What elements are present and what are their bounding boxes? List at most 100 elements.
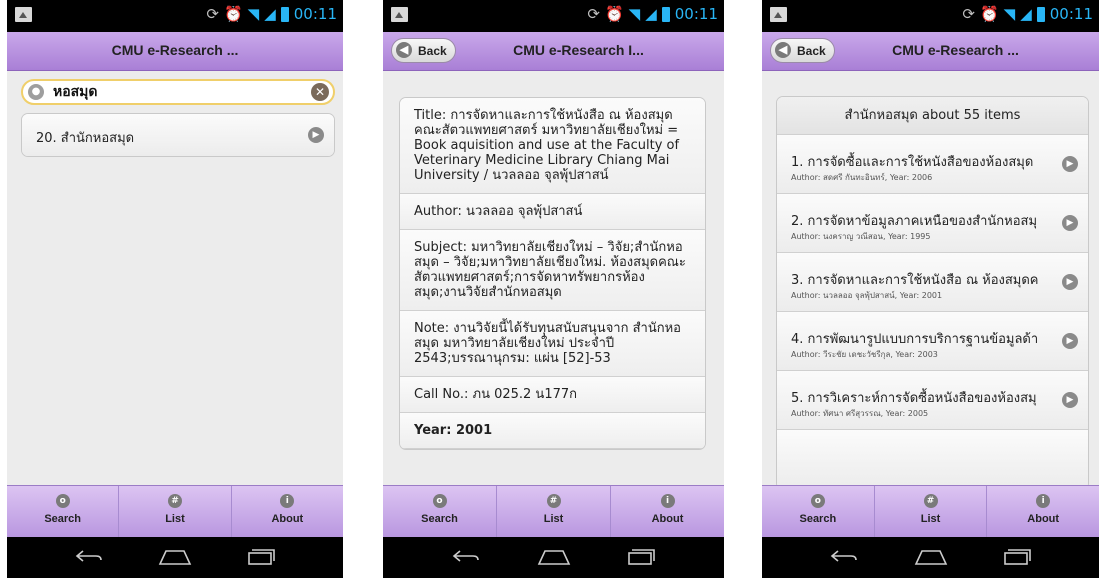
search-icon: o (55, 494, 70, 508)
tab-bar: o Search # List i About (7, 485, 343, 537)
gallery-notification-icon (391, 7, 408, 22)
alarm-icon: ⏰ (223, 5, 243, 23)
list-screen: ⟳ ⏰ ◥ ◢ 00:11 ◀ Back CMU e-Research ... … (762, 0, 1099, 578)
clock: 00:11 (674, 5, 718, 23)
list-item[interactable]: 5. การวิเคราะห์การจัดซื้อหนังสือของห้องส… (777, 371, 1088, 430)
sync-icon: ⟳ (962, 5, 975, 23)
alarm-icon: ⏰ (604, 5, 624, 23)
chevron-right-icon: ▶ (308, 127, 324, 143)
list-item-label: 20. สำนักหอสมุด (36, 131, 135, 146)
result-list: สำนักหอสมุด about 55 items 1. การจัดซื้อ… (776, 96, 1089, 490)
home-nav-icon[interactable] (537, 549, 571, 565)
tab-list[interactable]: # List (875, 486, 988, 537)
list-item-title: 4. การพัฒนารูปแบบการบริการฐานข้อมูลด้า (791, 332, 1039, 347)
signal-icon: ◢ (1020, 5, 1032, 23)
detail-screen: ⟳ ⏰ ◥ ◢ 00:11 ◀ Back CMU e-Research I...… (383, 0, 724, 578)
tab-list[interactable]: # List (497, 486, 611, 537)
list-item[interactable]: 20. สำนักหอสมุด ▶ (22, 114, 334, 156)
status-bar: ⟳ ⏰ ◥ ◢ 00:11 (7, 0, 343, 32)
wifi-icon: ◥ (1003, 5, 1016, 23)
back-nav-icon[interactable] (829, 550, 859, 564)
battery-icon (1036, 6, 1045, 22)
info-icon: i (280, 494, 295, 508)
detail-call-number: Call No.: ภน 025.2 น177ก (400, 377, 705, 413)
recent-apps-icon[interactable] (246, 549, 276, 565)
tab-bar: o Search # List i About (383, 485, 724, 537)
gallery-notification-icon (15, 7, 32, 22)
list-item-subtitle: Author: สดศรี กันทะอินทร์, Year: 2006 (791, 173, 933, 182)
sync-icon: ⟳ (587, 5, 600, 23)
tab-search[interactable]: o Search (7, 486, 120, 537)
list-item-subtitle: Author: ทัศนา ศรีสุวรรณ, Year: 2005 (791, 409, 929, 418)
list-item[interactable]: 1. การจัดซื้อและการใช้หนังสือของห้องสมุด… (777, 135, 1088, 194)
battery-icon (661, 6, 670, 22)
list-item-title: 3. การจัดหาและการใช้หนังสือ ณ ห้องสมุดค (791, 273, 1039, 288)
recent-apps-icon[interactable] (1002, 549, 1032, 565)
tab-about[interactable]: i About (611, 486, 724, 537)
tab-bar: o Search # List i About (762, 485, 1099, 537)
detail-author: Author: นวลลออ จุลพุ้ปสาสน์ (400, 194, 705, 230)
back-nav-icon[interactable] (74, 550, 104, 564)
chevron-left-icon: ◀ (775, 42, 791, 58)
search-icon: o (432, 494, 447, 508)
tab-about[interactable]: i About (232, 486, 343, 537)
list-item-title: 2. การจัดหาข้อมูลภาคเหนือของสำนักหอสมุ (791, 214, 1038, 229)
app-header: ◀ Back CMU e-Research ... (762, 32, 1099, 71)
nav-bar (762, 537, 1099, 578)
clock: 00:11 (1049, 5, 1093, 23)
detail-year: Year: 2001 (400, 413, 705, 449)
page-title: CMU e-Research ... (892, 42, 1019, 58)
page-title: CMU e-Research ... (111, 42, 239, 58)
chevron-right-icon: ▶ (1062, 215, 1078, 231)
back-nav-icon[interactable] (451, 550, 481, 564)
list-item-subtitle: Author: วีระชัย เดชะวัชรีกุล, Year: 2003 (791, 350, 938, 359)
tab-about[interactable]: i About (987, 486, 1099, 537)
signal-icon: ◢ (645, 5, 657, 23)
detail-list: Title: การจัดหาและการใช้หนังสือ ณ ห้องสม… (399, 97, 706, 450)
back-button[interactable]: ◀ Back (770, 38, 835, 63)
detail-title: Title: การจัดหาและการใช้หนังสือ ณ ห้องสม… (400, 98, 705, 194)
app-header: ◀ Back CMU e-Research I... (383, 32, 724, 71)
list-item[interactable]: 4. การพัฒนารูปแบบการบริการฐานข้อมูลด้า A… (777, 312, 1088, 371)
status-bar: ⟳ ⏰ ◥ ◢ 00:11 (383, 0, 724, 32)
list-item[interactable]: 3. การจัดหาและการใช้หนังสือ ณ ห้องสมุดค … (777, 253, 1088, 312)
list-item-title: 1. การจัดซื้อและการใช้หนังสือของห้องสมุด (791, 155, 1034, 170)
result-list: 20. สำนักหอสมุด ▶ (21, 113, 335, 157)
chevron-right-icon: ▶ (1062, 274, 1078, 290)
app-header: CMU e-Research ... (7, 32, 343, 71)
tab-search[interactable]: o Search (383, 486, 497, 537)
battery-icon (280, 6, 289, 22)
page-title: CMU e-Research I... (513, 42, 644, 58)
chevron-left-icon: ◀ (396, 42, 412, 58)
nav-bar (383, 537, 724, 578)
clear-search-icon[interactable]: ✕ (311, 83, 329, 101)
list-icon: # (546, 494, 561, 508)
list-item-subtitle: Author: นงคราญ วณีสอน, Year: 1995 (791, 232, 931, 241)
detail-note: Note: งานวิจัยนี้ได้รับทุนสนับสนุนจาก สำ… (400, 311, 705, 377)
info-icon: i (1036, 494, 1051, 508)
search-icon: ● (28, 84, 44, 100)
chevron-right-icon: ▶ (1062, 156, 1078, 172)
wifi-icon: ◥ (628, 5, 641, 23)
home-nav-icon[interactable] (914, 549, 948, 565)
clock: 00:11 (293, 5, 337, 23)
tab-list[interactable]: # List (119, 486, 232, 537)
list-icon: # (923, 494, 938, 508)
search-box[interactable]: ● ✕ (21, 79, 335, 105)
list-item[interactable]: 2. การจัดหาข้อมูลภาคเหนือของสำนักหอสมุ A… (777, 194, 1088, 253)
list-header: สำนักหอสมุด about 55 items (777, 97, 1088, 135)
gallery-notification-icon (770, 7, 787, 22)
list-icon: # (167, 494, 182, 508)
list-item-title: 5. การวิเคราะห์การจัดซื้อหนังสือของห้องส… (791, 391, 1037, 406)
info-icon: i (660, 494, 675, 508)
list-item[interactable] (777, 430, 1088, 489)
wifi-icon: ◥ (247, 5, 260, 23)
chevron-right-icon: ▶ (1062, 333, 1078, 349)
tab-search[interactable]: o Search (762, 486, 875, 537)
home-nav-icon[interactable] (158, 549, 192, 565)
search-input[interactable] (51, 83, 255, 101)
status-bar: ⟳ ⏰ ◥ ◢ 00:11 (762, 0, 1099, 32)
recent-apps-icon[interactable] (626, 549, 656, 565)
signal-icon: ◢ (264, 5, 276, 23)
back-button[interactable]: ◀ Back (391, 38, 456, 63)
